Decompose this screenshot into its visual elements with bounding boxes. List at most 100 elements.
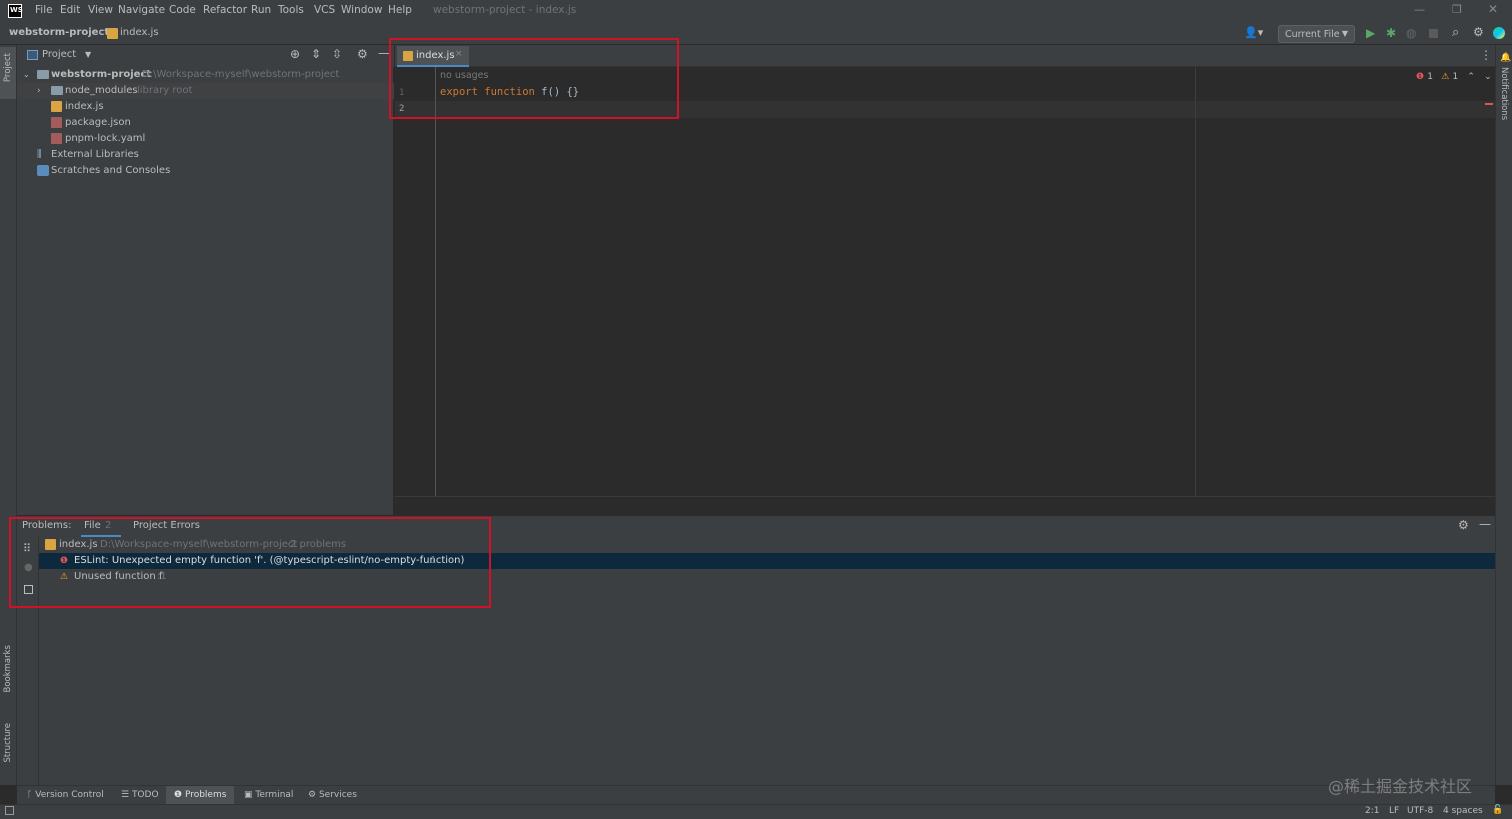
tree-item-webstorm-project[interactable]: ⌄ webstorm-project D:\Workspace-myself\w… [17, 67, 394, 83]
chevron-up-icon[interactable]: ⌃ [1467, 72, 1475, 82]
services-icon: ⚙ [308, 790, 319, 800]
line-separator[interactable]: LF [1389, 806, 1399, 816]
locate-file-icon[interactable]: ⊕ [290, 47, 300, 61]
highlight-box-problems [9, 517, 491, 608]
menu-edit[interactable]: Edit [60, 4, 80, 16]
indent-setting[interactable]: 4 spaces [1443, 806, 1483, 816]
tree-item-pnpm-lock[interactable]: pnpm-lock.yaml [17, 131, 394, 147]
error-icon: ❶ [1416, 72, 1425, 82]
tool-window-bar: ᚴ Version Control ☰ TODO ❶ Problems ▣ Te… [17, 785, 1495, 804]
project-view-icon [27, 50, 38, 60]
project-tool-button[interactable]: Project [0, 47, 16, 99]
expand-all-icon[interactable]: ⇕ [311, 47, 321, 61]
coverage-icon[interactable]: ◍ [1406, 26, 1416, 40]
menu-help[interactable]: Help [388, 4, 412, 16]
more-options-icon[interactable]: ⋮ [1480, 48, 1492, 62]
project-tool-label: Project [3, 53, 13, 83]
services-tool-button[interactable]: ⚙ Services [308, 790, 357, 800]
menu-view[interactable]: View [88, 4, 113, 16]
run-icon[interactable]: ▶ [1366, 26, 1375, 40]
search-icon[interactable]: ⌕ [1452, 25, 1459, 40]
close-window-icon[interactable]: ✕ [1488, 2, 1498, 16]
js-file-icon [51, 101, 62, 112]
chevron-down-icon: ▼ [1341, 29, 1348, 38]
chevron-down-icon[interactable]: ▼ [85, 50, 91, 59]
file-encoding[interactable]: UTF-8 [1407, 806, 1433, 816]
debug-icon[interactable]: ✱ [1386, 26, 1396, 40]
tree-item-label: webstorm-project [51, 69, 152, 80]
editor-horizontal-scroll[interactable] [395, 496, 1495, 514]
collapse-all-icon[interactable]: ⇳ [332, 47, 342, 61]
yaml-file-icon [51, 133, 62, 144]
run-config-label: Current File [1285, 29, 1340, 40]
tool-windows-toggle-icon[interactable] [5, 806, 14, 815]
tree-item-label: index.js [65, 101, 104, 112]
right-margin-guide [1195, 67, 1196, 496]
restore-icon[interactable]: ❐ [1452, 3, 1462, 16]
breadcrumb-separator: › [98, 27, 102, 38]
tree-item-index-js[interactable]: index.js [17, 99, 394, 115]
stop-icon[interactable] [1429, 29, 1438, 38]
inspection-widget[interactable]: ❶ 1 ⚠ 1 ⌃ ⌄ [1416, 71, 1492, 85]
todo-tool-button[interactable]: ☰ TODO [121, 790, 159, 800]
breadcrumb-project[interactable]: webstorm-project [9, 27, 109, 38]
menu-window[interactable]: Window [341, 4, 382, 16]
menu-run[interactable]: Run [251, 4, 271, 16]
left-tool-strip: Project Bookmarks Structure [0, 45, 17, 785]
gear-icon[interactable]: ⚙ [1473, 25, 1484, 39]
status-bar: 2:1 LF UTF-8 4 spaces 🔓 [0, 804, 1512, 819]
line-number-gutter: 1 2 [395, 67, 436, 496]
chevron-down-icon[interactable]: ⌄ [23, 67, 30, 83]
lock-icon[interactable]: 🔓 [1492, 805, 1503, 815]
terminal-tool-button[interactable]: ▣ Terminal [244, 790, 293, 800]
chevron-down-icon[interactable]: ⌄ [1484, 72, 1492, 82]
tree-item-external-libraries[interactable]: ⫼ External Libraries [17, 147, 394, 163]
tree-item-path: D:\Workspace-myself\webstorm-project [142, 69, 340, 80]
bookmarks-tool-button[interactable]: Bookmarks [3, 645, 13, 693]
caret-position[interactable]: 2:1 [1365, 806, 1379, 816]
project-view-selector[interactable]: Project [42, 49, 76, 60]
error-stripe-mark[interactable] [1485, 103, 1493, 105]
highlight-box-editor [389, 38, 679, 119]
structure-tool-button[interactable]: Structure [3, 723, 13, 763]
js-file-icon [107, 28, 118, 39]
list-icon: ☰ [121, 790, 132, 800]
breadcrumb-file[interactable]: index.js [120, 27, 159, 38]
tree-item-package-json[interactable]: package.json [17, 115, 394, 131]
version-control-tool-button[interactable]: ᚴ Version Control [27, 790, 104, 800]
gear-icon[interactable]: ⚙ [1458, 518, 1469, 532]
tree-item-label: node_modules [65, 85, 138, 96]
minimize-icon[interactable]: — [1414, 3, 1425, 16]
menu-tools[interactable]: Tools [278, 4, 304, 16]
scratches-icon [37, 165, 49, 176]
notifications-tool-button[interactable]: Notifications [1499, 67, 1509, 120]
menu-navigate[interactable]: Navigate [118, 4, 165, 16]
tool-label: Problems [184, 790, 227, 800]
bell-icon: 🔔 [1500, 53, 1512, 63]
window-title: webstorm-project - index.js [433, 4, 577, 16]
menu-vcs[interactable]: VCS [314, 4, 335, 16]
menu-code[interactable]: Code [169, 4, 196, 16]
tree-item-scratches[interactable]: Scratches and Consoles [17, 163, 394, 179]
watermark: @稀土掘金技术社区 [1328, 777, 1473, 796]
tree-item-label: External Libraries [51, 149, 139, 160]
title-bar: WS File Edit View Navigate Code Refactor… [0, 0, 1512, 23]
library-icon: ⫼ [37, 149, 42, 160]
user-icon[interactable]: 👤▾ [1244, 26, 1263, 39]
warning-count: 1 [1452, 72, 1459, 82]
menu-file[interactable]: File [35, 4, 53, 16]
code-editor[interactable] [436, 67, 1495, 496]
gear-icon[interactable]: ⚙ [357, 47, 368, 61]
tool-label: Terminal [255, 790, 294, 800]
tool-label: Version Control [35, 790, 104, 800]
run-config-select[interactable]: Current File ▼ [1278, 25, 1355, 43]
hide-panel-icon[interactable]: — [1479, 517, 1491, 531]
chevron-right-icon[interactable]: › [37, 83, 41, 99]
menu-refactor[interactable]: Refactor [203, 4, 247, 16]
tree-item-node-modules[interactable]: › node_modules library root [17, 83, 394, 99]
tree-item-label: package.json [65, 117, 131, 128]
jetbrains-toolbox-icon[interactable] [1493, 27, 1505, 39]
webstorm-logo: WS [8, 4, 23, 18]
tree-item-label: Scratches and Consoles [51, 165, 171, 176]
problems-tool-button[interactable]: ❶ Problems [166, 786, 234, 804]
